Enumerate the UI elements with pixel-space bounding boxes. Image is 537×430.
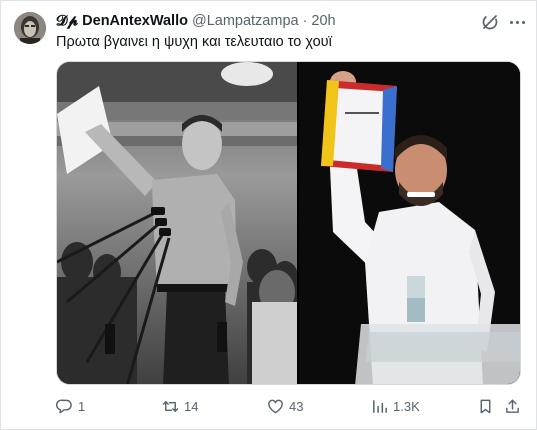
reply-count: 1 [78, 398, 86, 414]
grok-icon[interactable] [480, 12, 500, 32]
right-photo[interactable] [298, 62, 520, 384]
avatar[interactable] [14, 12, 46, 44]
repost-count: 14 [184, 398, 199, 414]
timestamp[interactable]: 20h [311, 13, 335, 29]
display-name[interactable]: 𝓓𝓹 DenAntexWallo [56, 13, 188, 29]
heart-icon [268, 399, 283, 413]
left-photo[interactable] [57, 62, 297, 384]
view-count: 1.3K [393, 398, 420, 414]
bookmark-button[interactable] [477, 395, 494, 417]
like-count: 43 [289, 398, 304, 414]
share-icon [506, 399, 519, 413]
tweet-card[interactable]: 𝓓𝓹 DenAntexWallo @Lampatzampa · 20h Πρωτ… [0, 0, 537, 430]
more-dot [515, 20, 519, 24]
reply-icon [56, 399, 72, 413]
repost-icon [162, 400, 179, 412]
user-handle[interactable]: @Lampatzampa [192, 13, 299, 29]
more-dot [509, 20, 513, 24]
action-bar: 1 14 43 1.3K [56, 395, 526, 417]
views-icon [373, 399, 387, 413]
tweet-header: 𝓓𝓹 DenAntexWallo @Lampatzampa · 20h [56, 12, 336, 30]
share-button[interactable] [504, 395, 521, 417]
repost-button[interactable]: 14 [162, 395, 198, 417]
separator-dot: · [302, 13, 308, 29]
more-icon[interactable] [506, 12, 528, 32]
reply-button[interactable]: 1 [56, 395, 85, 417]
more-dot [521, 20, 525, 24]
views-button[interactable]: 1.3K [371, 395, 420, 417]
bookmark-icon [480, 399, 491, 413]
tweet-text: Πρωτα βγαινει η ψυχη και τελευταιο το χο… [56, 34, 332, 50]
media-grid [56, 61, 521, 385]
like-button[interactable]: 43 [267, 395, 303, 417]
